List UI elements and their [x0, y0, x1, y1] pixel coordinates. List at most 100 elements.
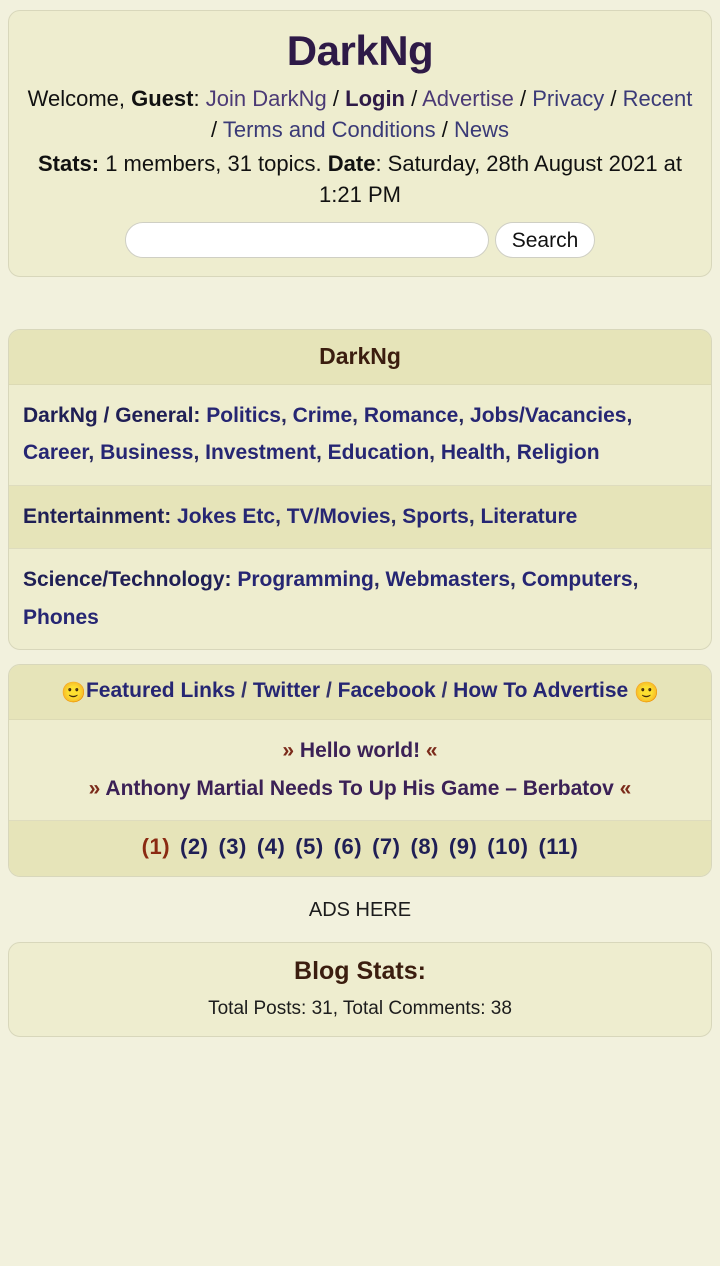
news-link-anthony-martial[interactable]: Anthony Martial Needs To Up His Game – B… [105, 777, 613, 800]
category-group-label: DarkNg / General [23, 404, 194, 428]
featured-link-featured-links[interactable]: Featured Links [86, 679, 235, 702]
pagination-page-9[interactable]: (9) [449, 834, 477, 859]
category-link-career[interactable]: Career [23, 441, 88, 464]
category-link-programming[interactable]: Programming [237, 568, 374, 591]
featured-links-row: 🙂Featured Links / Twitter / Facebook / H… [9, 664, 711, 721]
category-group-label: Science/Technology [23, 568, 225, 592]
search-input[interactable] [124, 222, 489, 259]
ads-placeholder: ADS HERE [308, 899, 412, 922]
nav-link-recent[interactable]: Recent [623, 86, 693, 111]
featured-separator: / [435, 678, 454, 702]
comma: , [88, 441, 101, 465]
category-link-education[interactable]: Education [328, 441, 430, 464]
comma: , [429, 441, 441, 465]
category-link-webmasters[interactable]: Webmasters [386, 568, 511, 591]
category-link-crime[interactable]: Crime [293, 404, 353, 427]
featured-link-facebook[interactable]: Facebook [338, 679, 436, 702]
blog-stats-title: Blog Stats: [294, 957, 426, 986]
featured-separator: / [320, 678, 338, 702]
category-group-label: Entertainment [23, 504, 165, 528]
category-link-religion[interactable]: Religion [517, 441, 600, 464]
comma: , [373, 568, 386, 592]
comma: , [510, 568, 522, 592]
nav-link-login[interactable]: Login [345, 86, 405, 111]
pagination-page-1[interactable]: (1) [142, 834, 170, 859]
welcome-text: Welcome, [27, 86, 132, 112]
comma: , [275, 504, 287, 528]
nav-separator: / [405, 86, 423, 112]
category-link-phones[interactable]: Phones [23, 606, 99, 629]
featured-separator: / [235, 678, 253, 702]
stats-label: Stats: [37, 150, 100, 176]
smiley-icon-trailing: 🙂 [634, 681, 659, 704]
nav-link-join[interactable]: Join DarkNg [206, 86, 327, 111]
featured-link-how-to-advertise[interactable]: How To Advertise [453, 679, 628, 702]
pagination-page-11[interactable]: (11) [538, 834, 578, 859]
nav-link-privacy[interactable]: Privacy [532, 86, 604, 111]
news-headlines-row: » Hello world! « » Anthony Martial Needs… [9, 720, 711, 822]
categories-heading: DarkNg [9, 330, 711, 386]
comma: , [632, 568, 639, 592]
pagination-page-10[interactable]: (10) [487, 834, 528, 859]
date-label: Date [327, 150, 376, 176]
category-colon: : [164, 504, 178, 528]
comma: , [315, 441, 328, 465]
nav-link-news[interactable]: News [454, 117, 509, 142]
category-link-health[interactable]: Health [441, 441, 505, 464]
comma: , [390, 504, 403, 528]
guest-label: Guest [131, 86, 194, 112]
news-item: » Hello world! « [17, 732, 703, 769]
nav-separator: / [211, 117, 223, 143]
category-link-politics[interactable]: Politics [206, 404, 281, 427]
pagination-page-7[interactable]: (7) [372, 834, 400, 859]
category-link-business[interactable]: Business [100, 441, 193, 464]
nav-separator: / [435, 117, 454, 143]
category-link-computers[interactable]: Computers [522, 568, 633, 591]
category-link-jobs-vacancies[interactable]: Jobs/Vacancies [470, 404, 626, 427]
page-root: DarkNg Welcome, Guest: Join DarkNg / Log… [0, 0, 720, 1038]
nav-link-advertise[interactable]: Advertise [422, 86, 514, 111]
featured-news-card: 🙂Featured Links / Twitter / Facebook / H… [8, 663, 712, 878]
smiley-icon: 🙂 [61, 681, 86, 704]
blog-stats-line: Total Posts: 31, Total Comments: 38 [208, 998, 512, 1020]
search-row: Search [21, 222, 699, 259]
guillemet-open-icon: » [88, 776, 101, 800]
pagination-page-4[interactable]: (4) [257, 834, 285, 859]
category-link-romance[interactable]: Romance [364, 404, 459, 427]
comma: , [626, 404, 633, 428]
news-item: » Anthony Martial Needs To Up His Game –… [17, 770, 703, 807]
categories-card: DarkNg DarkNg / General: Politics, Crime… [8, 329, 712, 650]
search-button[interactable]: Search [494, 222, 596, 259]
comma: , [505, 441, 517, 465]
category-row-general: DarkNg / General: Politics, Crime, Roman… [9, 385, 711, 486]
category-colon: : [193, 404, 207, 428]
guillemet-open-icon: » [282, 739, 295, 763]
stats-value: 1 members, 31 topics. [99, 150, 328, 176]
stats-date-line: Stats: 1 members, 31 topics. Date: Satur… [21, 148, 699, 210]
pagination-row: (1) (2) (3) (4) (5) (6) (7) (8) (9) (10) (11) [9, 821, 711, 877]
featured-link-twitter[interactable]: Twitter [253, 679, 320, 702]
nav-separator: / [326, 86, 346, 112]
comma: , [458, 404, 471, 428]
category-link-sports[interactable]: Sports [402, 505, 469, 528]
category-link-tv-movies[interactable]: TV/Movies [287, 505, 391, 528]
nav-link-terms[interactable]: Terms and Conditions [223, 117, 436, 142]
category-row-science-technology: Science/Technology: Programming, Webmast… [9, 549, 711, 649]
nav-separator: / [604, 86, 623, 112]
nav-separator: / [513, 86, 533, 112]
news-link-hello-world[interactable]: Hello world! [300, 739, 420, 762]
category-link-investment[interactable]: Investment [205, 441, 316, 464]
pagination-page-3[interactable]: (3) [218, 834, 246, 859]
category-link-literature[interactable]: Literature [480, 505, 577, 528]
pagination-page-8[interactable]: (8) [410, 834, 438, 859]
category-link-jokes-etc[interactable]: Jokes Etc [177, 505, 275, 528]
site-header-card: DarkNg Welcome, Guest: Join DarkNg / Log… [8, 10, 712, 278]
category-colon: : [224, 568, 238, 592]
pagination-page-2[interactable]: (2) [180, 834, 208, 859]
pagination-page-6[interactable]: (6) [334, 834, 362, 859]
welcome-colon: : [193, 86, 206, 112]
category-row-entertainment: Entertainment: Jokes Etc, TV/Movies, Spo… [9, 485, 711, 550]
pagination-page-5[interactable]: (5) [295, 834, 323, 859]
